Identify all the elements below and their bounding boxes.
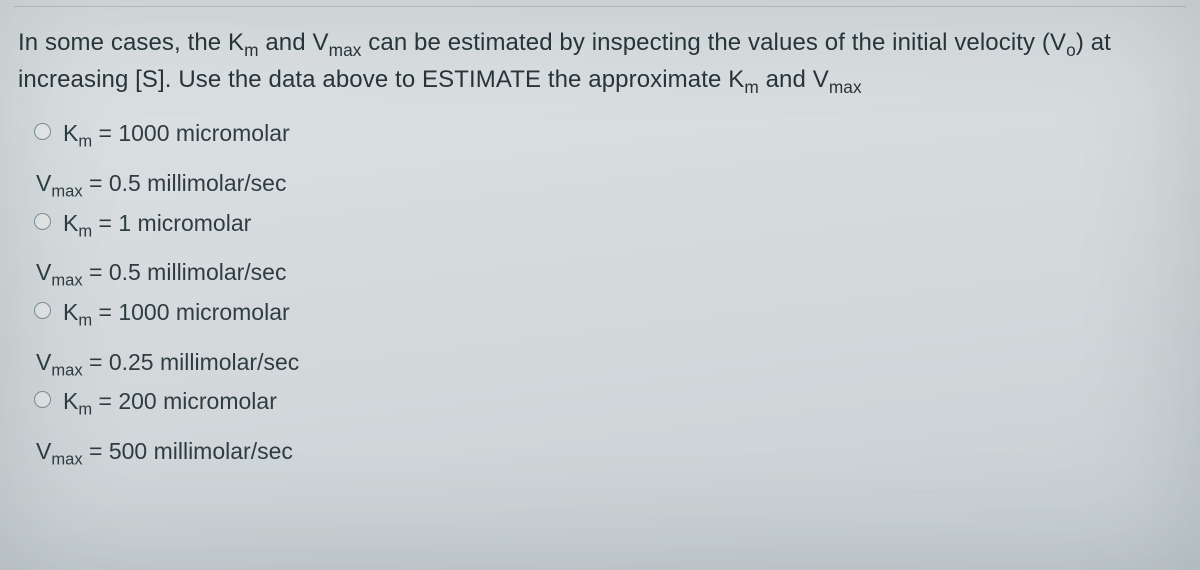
radio-icon[interactable]	[34, 302, 51, 319]
vmax-rest: = 500 millimolar/sec	[83, 438, 293, 464]
radio-icon[interactable]	[34, 123, 51, 140]
km-sub: m	[78, 311, 92, 330]
km-pre: K	[63, 388, 78, 414]
q-sub-max2: max	[829, 77, 862, 97]
radio-icon[interactable]	[34, 391, 51, 408]
option-1[interactable]: Km = 1000 micromolar Vmax = 0.5 millimol…	[34, 116, 1182, 201]
km-sub: m	[78, 221, 92, 240]
q-sub-m2: m	[744, 77, 758, 97]
vmax-rest: = 0.25 millimolar/sec	[83, 349, 300, 375]
option-1-text: Km = 1000 micromolar Vmax = 0.5 millimol…	[63, 116, 1182, 201]
km-pre: K	[63, 210, 78, 236]
km-pre: K	[63, 120, 78, 146]
q-sub-max1: max	[329, 40, 362, 60]
km-rest: = 1000 micromolar	[92, 120, 290, 146]
km-sub: m	[78, 400, 92, 419]
vmax-pre: V	[36, 349, 51, 375]
q-frag: can be estimated by inspecting the value…	[362, 29, 1067, 56]
vmax-sub: max	[51, 449, 82, 468]
q-frag: and V	[259, 29, 329, 56]
vmax-pre: V	[36, 438, 51, 464]
vmax-pre: V	[36, 259, 51, 285]
vmax-pre: V	[36, 170, 51, 196]
km-rest: = 1 micromolar	[92, 210, 251, 236]
q-frag: In some cases, the K	[18, 29, 244, 56]
km-rest: = 200 micromolar	[92, 388, 277, 414]
km-sub: m	[78, 132, 92, 151]
option-2[interactable]: Km = 1 micromolar Vmax = 0.5 millimolar/…	[34, 206, 1182, 291]
q-frag: and V	[759, 66, 829, 93]
radio-icon[interactable]	[34, 213, 51, 230]
q-sub-o: o	[1066, 40, 1076, 60]
km-pre: K	[63, 299, 78, 325]
vmax-sub: max	[51, 182, 82, 201]
option-4-text: Km = 200 micromolar Vmax = 500 millimola…	[63, 384, 1182, 469]
vmax-rest: = 0.5 millimolar/sec	[83, 259, 287, 285]
vmax-sub: max	[51, 360, 82, 379]
vmax-rest: = 0.5 millimolar/sec	[83, 170, 287, 196]
option-2-text: Km = 1 micromolar Vmax = 0.5 millimolar/…	[63, 206, 1182, 291]
option-4[interactable]: Km = 200 micromolar Vmax = 500 millimola…	[34, 384, 1182, 469]
km-rest: = 1000 micromolar	[92, 299, 290, 325]
options-group: Km = 1000 micromolar Vmax = 0.5 millimol…	[18, 116, 1182, 469]
question-text: In some cases, the Km and Vmax can be es…	[18, 24, 1182, 98]
option-3-text: Km = 1000 micromolar Vmax = 0.25 millimo…	[63, 295, 1182, 380]
option-3[interactable]: Km = 1000 micromolar Vmax = 0.25 millimo…	[34, 295, 1182, 380]
q-sub-m1: m	[244, 40, 258, 60]
top-divider	[14, 6, 1186, 7]
vmax-sub: max	[51, 271, 82, 290]
